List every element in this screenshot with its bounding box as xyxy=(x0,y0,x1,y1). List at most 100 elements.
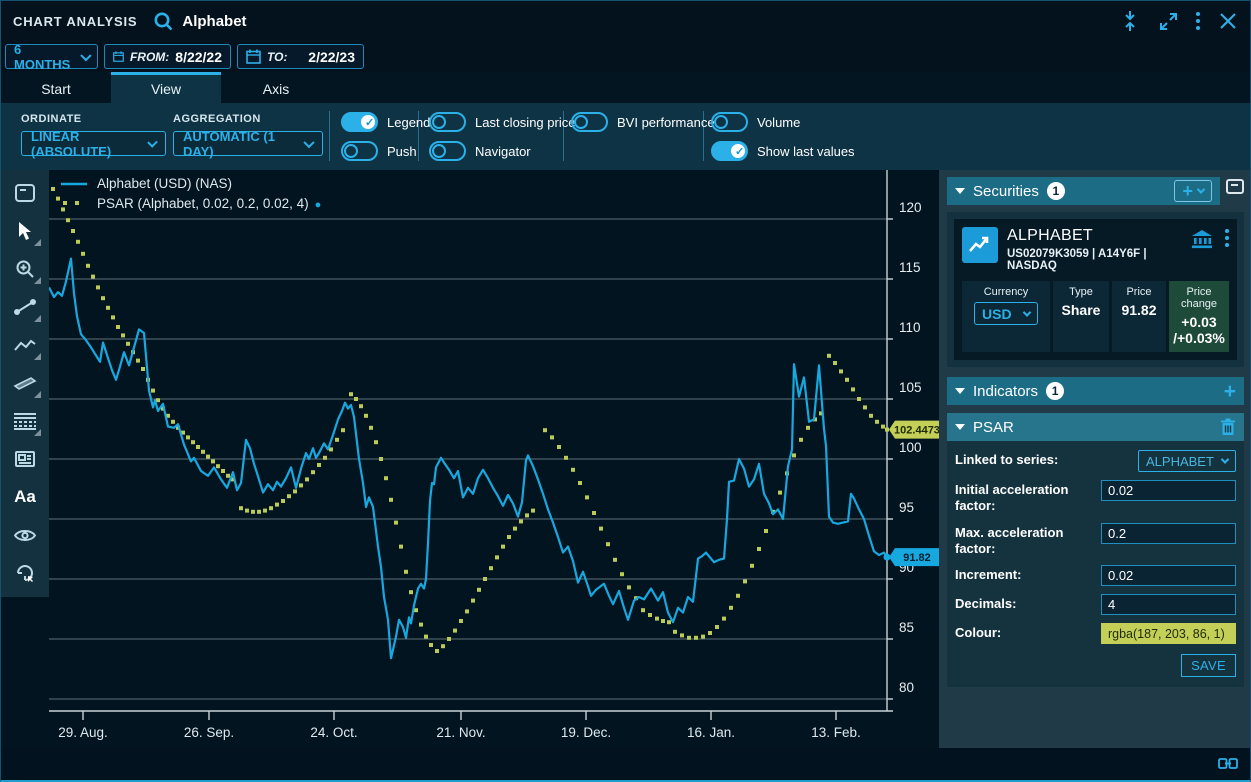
psar-field-input[interactable]: 0.2 xyxy=(1101,523,1236,544)
ordinate-dropdown[interactable]: LINEAR (ABSOLUTE) xyxy=(21,131,166,156)
toolbar-separator xyxy=(329,111,330,161)
magnet-mode-icon[interactable] xyxy=(7,556,43,590)
collapse-caret-icon[interactable] xyxy=(955,188,965,194)
security-card[interactable]: ALPHABET US02079K3059 | A14Y6F | NASDAQ … xyxy=(954,219,1237,360)
psar-dot xyxy=(221,469,225,473)
psar-dot xyxy=(91,275,95,279)
psar-dot xyxy=(606,542,610,546)
link-windows-icon[interactable] xyxy=(1218,757,1238,770)
psar-field-input[interactable]: 4 xyxy=(1101,594,1236,615)
linked-series-dropdown[interactable]: ALPHABET xyxy=(1138,450,1236,472)
psar-dot xyxy=(245,509,249,513)
expand-icon[interactable] xyxy=(1158,11,1178,31)
visibility-icon[interactable] xyxy=(7,518,43,552)
y-axis-label: 110 xyxy=(899,320,921,335)
psar-dot xyxy=(513,527,517,531)
collapse-panel-icon[interactable] xyxy=(7,176,43,210)
cursor-icon[interactable] xyxy=(7,214,43,248)
psar-dot xyxy=(111,315,115,319)
tab-start[interactable]: Start xyxy=(1,72,111,103)
parallel-channel-icon[interactable] xyxy=(7,366,43,400)
toggle-legend[interactable] xyxy=(341,112,378,132)
news-icon[interactable] xyxy=(7,442,43,476)
psar-header[interactable]: PSAR xyxy=(947,413,1244,441)
psar-dot xyxy=(833,361,837,365)
psar-dot xyxy=(483,577,487,581)
toggle-show-last-values[interactable] xyxy=(711,141,748,161)
currency-dropdown[interactable]: USD xyxy=(974,302,1038,325)
colour-label: Colour: xyxy=(955,623,1101,641)
psar-dot xyxy=(196,445,200,449)
psar-field-row: Increment:0.02 xyxy=(955,565,1236,586)
close-icon[interactable] xyxy=(1218,11,1238,31)
securities-header[interactable]: Securities 1 + xyxy=(947,177,1220,205)
zoom-in-icon[interactable] xyxy=(7,252,43,286)
aggregation-dropdown[interactable]: AUTOMATIC (1 DAY) xyxy=(173,131,323,156)
psar-dot xyxy=(680,633,684,637)
collapse-caret-icon[interactable] xyxy=(955,388,965,394)
psar-indicator-section: PSAR Linked to series: ALPHABET Initial … xyxy=(947,413,1244,687)
zigzag-line-icon[interactable] xyxy=(7,328,43,362)
add-security-button[interactable]: + xyxy=(1174,180,1212,202)
last-value-text: 91.82 xyxy=(903,552,931,564)
toggle-last-closing-price[interactable] xyxy=(429,112,466,132)
psar-dot xyxy=(86,264,90,268)
price-chart[interactable]: 1201151101051009590858029. Aug.26. Sep.2… xyxy=(49,170,939,748)
security-isin: US02079K3059 | A14Y6F | NASDAQ xyxy=(1007,248,1182,272)
price-change-label: Price change xyxy=(1173,286,1225,310)
psar-dot xyxy=(477,588,481,592)
to-date-field[interactable]: TO: 2/22/23 xyxy=(237,44,364,69)
security-search[interactable]: Alphabet xyxy=(153,11,246,32)
psar-dot xyxy=(869,414,873,418)
submenu-corner xyxy=(34,315,41,322)
from-date-field[interactable]: FROM: 8/22/22 xyxy=(104,44,231,69)
toggle-navigator[interactable] xyxy=(429,141,466,161)
tab-view[interactable]: View xyxy=(111,72,221,103)
indicators-count-badge: 1 xyxy=(1046,382,1064,400)
toggle-volume[interactable] xyxy=(711,112,748,132)
text-tool-icon[interactable]: Aa xyxy=(7,480,43,514)
toggle-bvi-performance[interactable] xyxy=(571,112,608,132)
psar-dot xyxy=(881,425,885,429)
linked-series-label: Linked to series: xyxy=(955,450,1107,468)
colour-field[interactable]: rgba(187, 203, 86, 1) xyxy=(1101,623,1236,644)
search-value[interactable]: Alphabet xyxy=(182,13,246,30)
psar-dot xyxy=(429,643,433,647)
security-menu-icon[interactable] xyxy=(1225,229,1229,247)
toggle-row-bvi-performance: BVI performance xyxy=(571,112,715,132)
psar-dot xyxy=(76,240,80,244)
psar-dot xyxy=(409,590,413,594)
indicators-header[interactable]: Indicators 1 + xyxy=(947,377,1244,405)
fibonacci-grid-icon[interactable] xyxy=(7,404,43,438)
toggle-label-push: Push xyxy=(387,144,417,159)
tab-axis[interactable]: Axis xyxy=(221,72,331,103)
collapse-caret-icon[interactable] xyxy=(955,424,965,430)
psar-dot xyxy=(648,613,652,617)
panel-collapse-icon[interactable] xyxy=(1226,179,1244,194)
psar-dot xyxy=(701,635,705,639)
psar-dot xyxy=(489,566,493,570)
psar-dot xyxy=(384,476,388,480)
exchange-bank-icon[interactable] xyxy=(1191,229,1213,249)
last-value-text: 102.4473 xyxy=(894,425,939,437)
psar-field-input[interactable]: 0.02 xyxy=(1101,565,1236,586)
from-value[interactable]: 8/22/22 xyxy=(175,49,222,65)
calendar-icon xyxy=(113,49,124,64)
delete-trash-icon[interactable] xyxy=(1220,418,1236,436)
psar-dot xyxy=(239,506,243,510)
add-indicator-button[interactable]: + xyxy=(1224,381,1236,402)
collapse-vertical-icon[interactable] xyxy=(1120,11,1140,31)
toggle-group: LegendPush xyxy=(341,112,430,161)
trend-line-icon[interactable] xyxy=(7,290,43,324)
toggle-push[interactable] xyxy=(341,141,378,161)
range-dropdown[interactable]: 6 MONTHS xyxy=(5,44,98,69)
psar-dot xyxy=(226,474,230,478)
psar-dot xyxy=(661,619,665,623)
menu-kebab-icon[interactable] xyxy=(1196,12,1200,30)
psar-field-input[interactable]: 0.02 xyxy=(1101,480,1236,501)
to-value[interactable]: 2/22/23 xyxy=(308,49,355,65)
psar-dot xyxy=(311,470,315,474)
psar-dot xyxy=(211,459,215,463)
save-button[interactable]: SAVE xyxy=(1181,654,1236,677)
psar-dot xyxy=(495,555,499,559)
